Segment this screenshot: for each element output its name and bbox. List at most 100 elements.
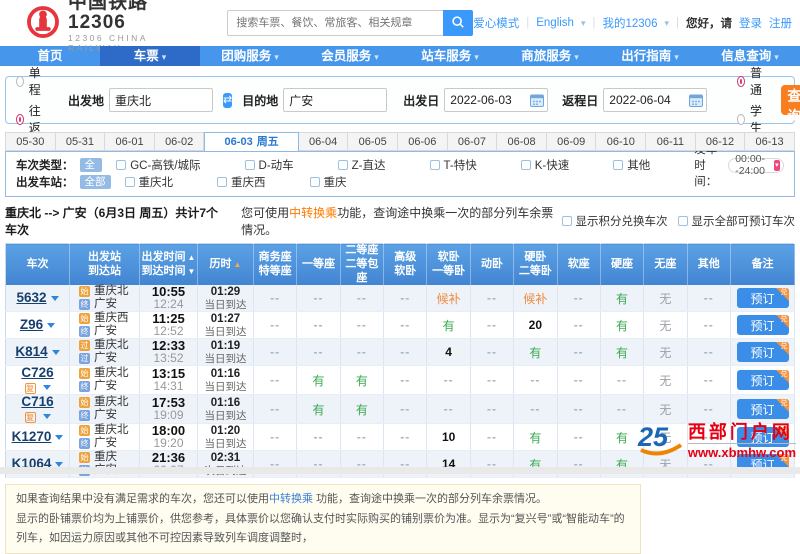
- seat-cell: 有: [426, 311, 471, 340]
- book-button[interactable]: 预订兑: [736, 370, 789, 391]
- train-type-all-chip[interactable]: 全部: [79, 158, 103, 185]
- expand-caret-icon[interactable]: [47, 323, 56, 329]
- date-tab-label: 05-30: [16, 136, 45, 148]
- trip-type-radio-roundtrip[interactable]: 往返: [16, 102, 44, 136]
- login-link[interactable]: 登录: [739, 15, 762, 31]
- date-tab-05-30[interactable]: 05-30: [5, 132, 56, 151]
- col-header[interactable]: 历时 ▲: [197, 243, 254, 286]
- nav-item-station-services[interactable]: 站车服务 ▾: [400, 46, 500, 66]
- calendar-icon[interactable]: [689, 94, 704, 107]
- nav-item-member-services[interactable]: 会员服务 ▾: [300, 46, 400, 66]
- train-type-option[interactable]: 其他: [613, 157, 650, 173]
- sort-asc-icon[interactable]: ▲: [188, 253, 196, 262]
- train-type-option[interactable]: GC-高铁/城际: [116, 157, 201, 173]
- to-input[interactable]: [283, 88, 388, 112]
- seat-availability: --: [400, 345, 411, 360]
- my12306-link[interactable]: 我的12306: [602, 15, 657, 31]
- main-nav: 首页 车票 ▾ 团购服务 ▾ 会员服务 ▾ 站车服务 ▾ 商旅服务 ▾ 出行指南 ▾ 信息查询 ▾: [0, 46, 800, 66]
- col-header-text: 无座: [654, 257, 677, 270]
- expand-caret-icon[interactable]: [42, 385, 51, 391]
- nav-item-home[interactable]: 首页: [0, 46, 100, 66]
- nav-item-group-services[interactable]: 团购服务 ▾: [200, 46, 300, 66]
- date-tab-06-12[interactable]: 06-12: [695, 132, 746, 151]
- sort-asc-icon[interactable]: ▲: [234, 260, 242, 269]
- date-tab-06-04[interactable]: 06-04: [298, 132, 349, 151]
- col-header[interactable]: 出发时间 ▲ 到达时间 ▼: [139, 243, 198, 286]
- col-header-text: 硬座: [611, 257, 634, 270]
- date-tab-06-07[interactable]: 06-07: [447, 132, 498, 151]
- search-button[interactable]: [443, 10, 474, 36]
- date-tab-06-03[interactable]: 06-03 周五: [204, 132, 299, 151]
- from-input[interactable]: [109, 88, 214, 112]
- passenger-type-radio-normal[interactable]: 普通: [737, 64, 765, 98]
- calendar-icon[interactable]: [530, 94, 545, 107]
- station-name: 重庆北: [94, 396, 129, 409]
- seat-cell: --: [340, 311, 385, 340]
- train-cell: 5632: [5, 285, 70, 313]
- english-link[interactable]: English: [536, 17, 574, 29]
- date-tab-06-05[interactable]: 06-05: [348, 132, 399, 151]
- book-button[interactable]: 预订兑: [736, 399, 789, 420]
- greeting-text: 您好，请: [686, 18, 732, 30]
- train-number-link[interactable]: C726: [6, 366, 69, 380]
- train-number-link[interactable]: K1270: [6, 430, 69, 444]
- date-tab-06-09[interactable]: 06-09: [546, 132, 597, 151]
- date-tab-06-01[interactable]: 06-01: [105, 132, 155, 151]
- date-tab-label: 06-03: [224, 136, 253, 148]
- transfer-link[interactable]: 中转换乘: [289, 206, 337, 220]
- seat-cell: --: [687, 285, 732, 313]
- query-button[interactable]: 查询: [781, 85, 800, 124]
- search-input[interactable]: [227, 10, 444, 36]
- duration: 01:19: [210, 339, 241, 352]
- book-button[interactable]: 预订兑: [736, 288, 789, 309]
- nav-item-business-travel[interactable]: 商旅服务 ▾: [500, 46, 600, 66]
- register-link[interactable]: 注册: [769, 15, 792, 31]
- train-number-link[interactable]: Z96: [6, 318, 69, 332]
- expand-caret-icon[interactable]: [51, 350, 60, 356]
- date-tab-06-06[interactable]: 06-06: [398, 132, 448, 151]
- train-type-option[interactable]: K-快速: [520, 157, 569, 173]
- show-all-bookable-checkbox[interactable]: 显示全部可预订车次: [677, 213, 795, 229]
- col-header-text: 高级: [394, 250, 417, 263]
- seat-availability: --: [486, 345, 497, 360]
- swap-stations-button[interactable]: ⇄: [223, 92, 233, 108]
- col-header: 软座: [557, 243, 601, 286]
- expand-caret-icon[interactable]: [50, 296, 59, 302]
- book-button[interactable]: 预订兑: [736, 315, 789, 336]
- date-tab-06-11[interactable]: 06-11: [646, 132, 696, 151]
- depart-station-option[interactable]: 重庆: [309, 174, 347, 190]
- depart-station-label: 出发车站：: [16, 177, 74, 189]
- date-tab-05-31[interactable]: 05-31: [55, 132, 106, 151]
- book-button[interactable]: 预订兑: [736, 342, 789, 363]
- expand-caret-icon[interactable]: [42, 414, 51, 420]
- depart-time-select[interactable]: 00:00--24:00 ▾: [728, 153, 784, 177]
- seat-cell: --: [383, 394, 428, 425]
- train-number-link[interactable]: C716: [6, 395, 69, 409]
- depart-station-option[interactable]: 重庆西: [217, 174, 266, 190]
- date-tab-06-02[interactable]: 06-02: [154, 132, 205, 151]
- arrive-time: 14:31: [153, 379, 184, 394]
- train-type-option[interactable]: Z-直达: [337, 157, 386, 173]
- care-mode-link[interactable]: 爱心模式: [473, 15, 519, 31]
- seat-cell: --: [340, 285, 385, 313]
- date-tab-06-08[interactable]: 06-08: [497, 132, 547, 151]
- date-tab-06-10[interactable]: 06-10: [596, 132, 647, 151]
- passenger-type-radio-student[interactable]: 学生: [737, 102, 765, 136]
- nav-item-tickets[interactable]: 车票 ▾: [100, 46, 200, 66]
- depart-station-all-chip[interactable]: 全部: [79, 175, 111, 189]
- train-type-option[interactable]: T-特快: [429, 157, 477, 173]
- sort-desc-icon[interactable]: ▼: [188, 267, 196, 276]
- depart-station-option[interactable]: 重庆北: [124, 174, 173, 190]
- nav-item-travel-guide[interactable]: 出行指南 ▾: [600, 46, 700, 66]
- train-type-option[interactable]: D-动车: [244, 157, 294, 173]
- expand-caret-icon[interactable]: [55, 435, 64, 441]
- nav-item-info-query[interactable]: 信息查询 ▾: [700, 46, 800, 66]
- note-line-2: 显示的卧铺票价均为上铺票价，供您参考，具体票价以您确认支付时实际购买的铺别票价为…: [16, 512, 625, 544]
- date-tab-06-13[interactable]: 06-13: [745, 132, 795, 151]
- origin-tag-icon: 始: [79, 452, 90, 464]
- show-points-checkbox[interactable]: 显示积分兑换车次: [561, 213, 668, 229]
- train-number-link[interactable]: K814: [6, 345, 69, 359]
- transfer-link[interactable]: 中转换乘: [269, 493, 313, 505]
- train-number-link[interactable]: 5632: [6, 291, 69, 305]
- trip-type-radio-oneway[interactable]: 单程: [16, 64, 44, 98]
